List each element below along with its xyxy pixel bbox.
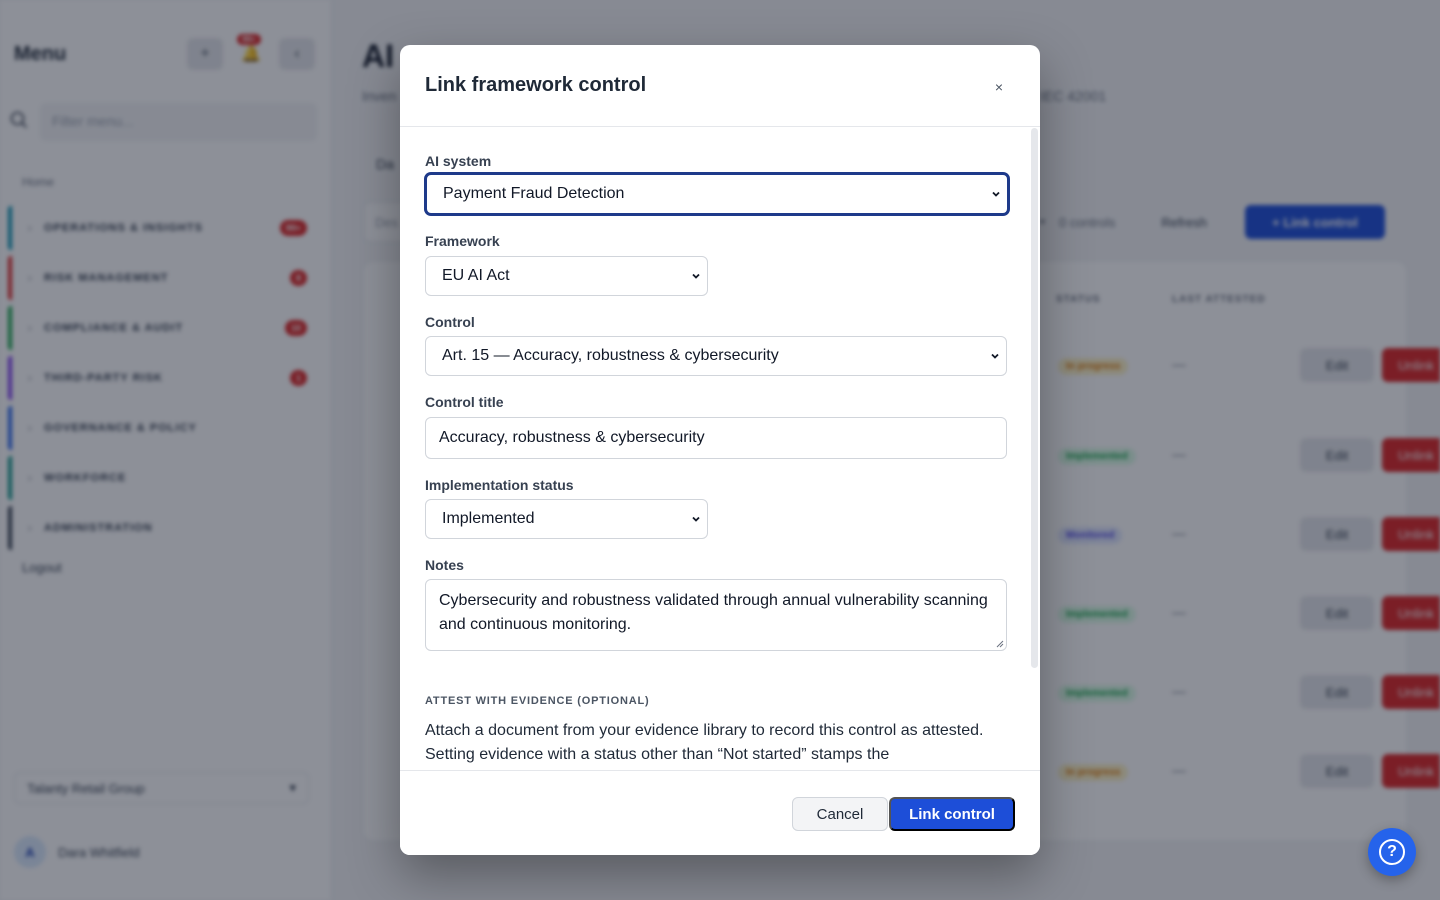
modal-header: Link framework control × <box>400 45 1040 127</box>
resize-handle-icon[interactable] <box>996 640 1004 648</box>
notes-value: Cybersecurity and robustness validated t… <box>439 592 988 633</box>
control-title-input[interactable]: Accuracy, robustness & cybersecurity <box>425 417 1007 459</box>
framework-select[interactable]: EU AI Act <box>425 256 708 296</box>
link-control-submit-button[interactable]: Link control <box>889 797 1015 831</box>
help-circle-icon: ? <box>1379 839 1405 865</box>
modal-footer: Cancel Link control <box>400 770 1040 855</box>
link-framework-control-dialog: Link framework control × AI system Payme… <box>400 45 1040 855</box>
notes-textarea[interactable]: Cybersecurity and robustness validated t… <box>425 579 1007 651</box>
ai-system-value: Payment Fraud Detection <box>443 185 625 202</box>
modal-scrollbar[interactable] <box>1031 128 1038 668</box>
implementation-status-select[interactable]: Implemented <box>425 499 708 539</box>
control-label: Control <box>425 314 475 330</box>
cancel-button[interactable]: Cancel <box>792 797 888 831</box>
modal-title: Link framework control <box>425 74 647 96</box>
evidence-section-heading: ATTEST WITH EVIDENCE (OPTIONAL) <box>425 695 650 707</box>
close-button[interactable]: × <box>990 77 1008 97</box>
chevron-down-icon <box>992 191 1000 197</box>
control-select[interactable]: Art. 15 — Accuracy, robustness & cyberse… <box>425 336 1007 376</box>
ai-system-select[interactable]: Payment Fraud Detection <box>425 173 1009 215</box>
modal-body[interactable]: AI system Payment Fraud Detection Framew… <box>400 128 1040 770</box>
notes-label: Notes <box>425 557 464 573</box>
framework-value: EU AI Act <box>442 267 510 284</box>
chevron-down-icon <box>991 353 999 359</box>
control-value: Art. 15 — Accuracy, robustness & cyberse… <box>442 347 779 364</box>
framework-label: Framework <box>425 233 500 249</box>
ai-system-label: AI system <box>425 153 492 169</box>
implementation-status-value: Implemented <box>442 510 535 527</box>
close-icon: × <box>994 79 1004 95</box>
chevron-down-icon <box>692 516 700 522</box>
chevron-down-icon <box>692 273 700 279</box>
evidence-help-text: Attach a document from your evidence lib… <box>425 722 984 763</box>
implementation-status-label: Implementation status <box>425 477 574 493</box>
help-button[interactable]: ? <box>1368 828 1416 876</box>
control-title-label: Control title <box>425 394 504 410</box>
